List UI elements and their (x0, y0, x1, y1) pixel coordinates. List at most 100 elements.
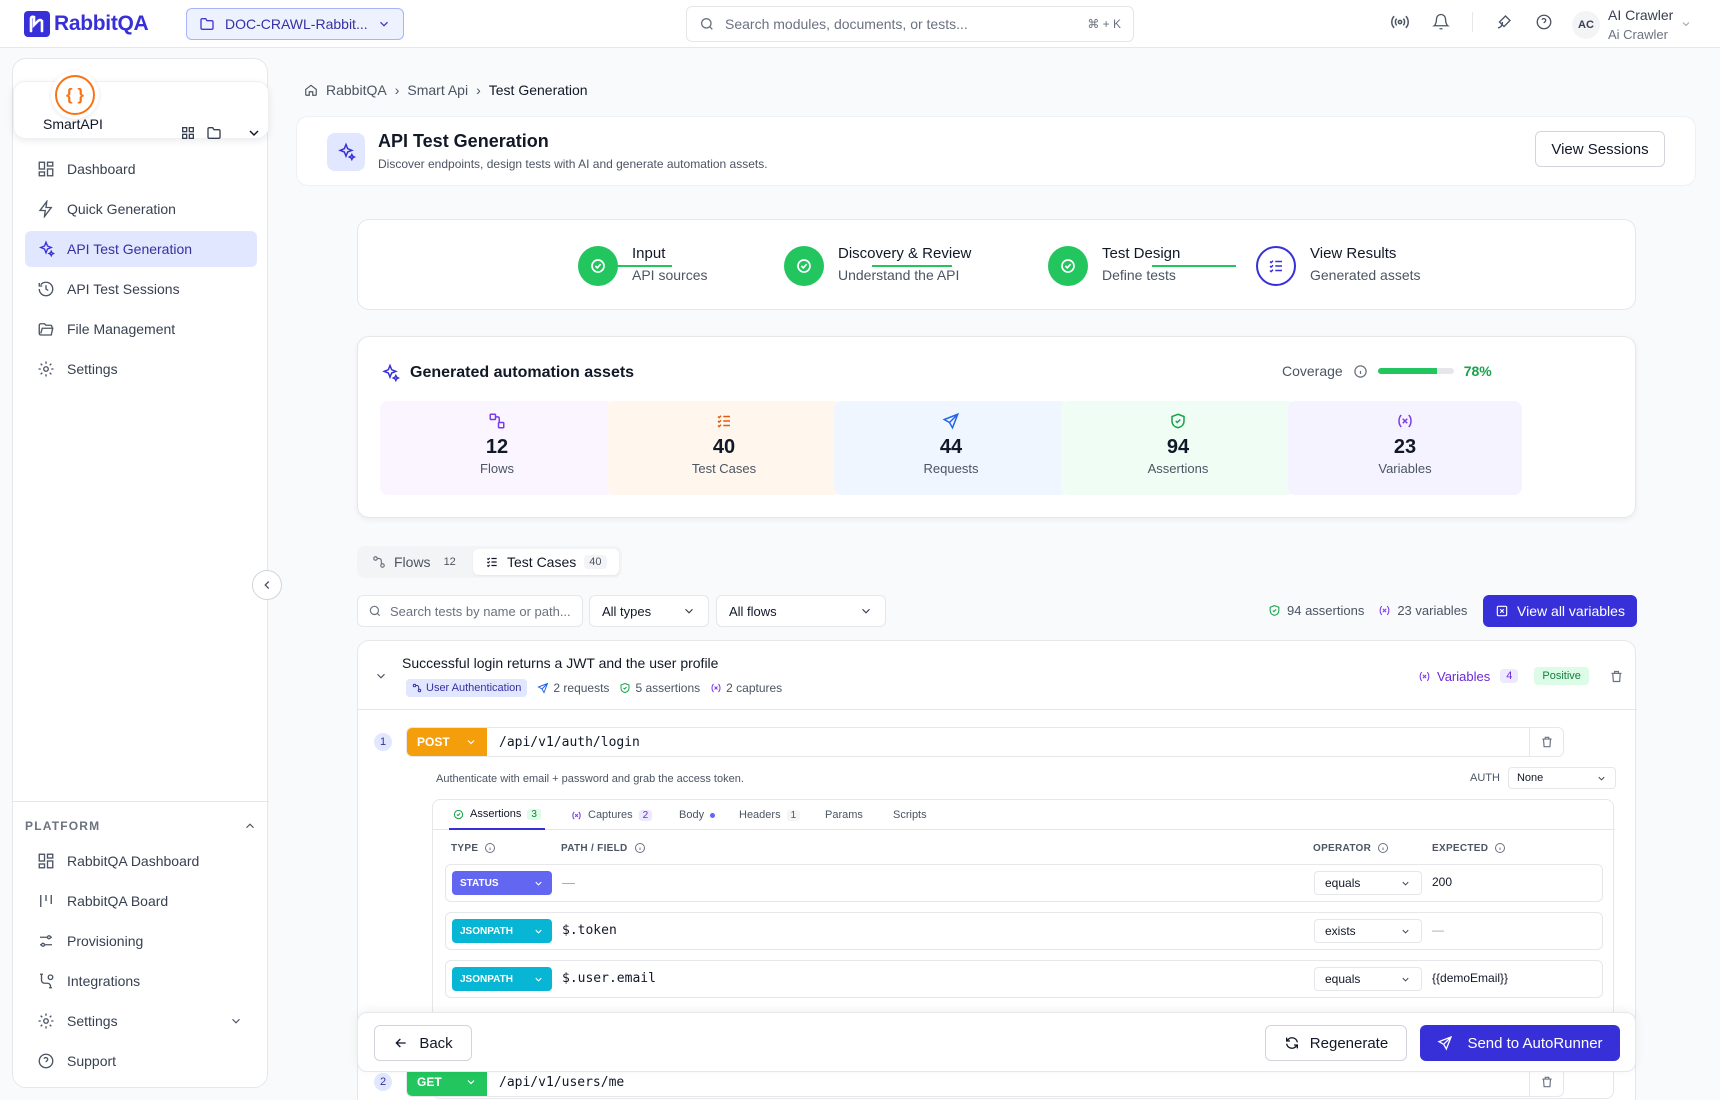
bell-icon[interactable] (1432, 13, 1450, 31)
flow-filter-select[interactable]: All flows (716, 595, 886, 627)
back-button[interactable]: Back (374, 1025, 472, 1061)
sidebar-item-integrations[interactable]: Integrations (25, 963, 257, 999)
shield-check-icon (620, 682, 630, 694)
sidebar-item-support[interactable]: Support (25, 1043, 257, 1079)
home-icon[interactable] (304, 83, 318, 97)
assertion-type-select[interactable]: JSONPATH (452, 967, 552, 991)
info-icon[interactable] (484, 842, 496, 854)
help-icon[interactable] (1535, 13, 1553, 31)
sidebar-item-api-test-sessions[interactable]: API Test Sessions (25, 271, 257, 307)
stat-requests[interactable]: 44 Requests (834, 401, 1068, 495)
info-icon[interactable] (1377, 842, 1389, 854)
subtab-scripts[interactable]: Scripts (893, 800, 927, 830)
sidebar-item-platform-settings[interactable]: Settings (25, 1003, 257, 1039)
step-input[interactable]: Input API sources (578, 245, 708, 286)
method-select[interactable]: GET (407, 1068, 487, 1096)
stat-variables[interactable]: 23 Variables (1288, 401, 1522, 495)
expected-value-input[interactable]: 200 (1432, 875, 1452, 889)
stat-test-cases[interactable]: 40 Test Cases (607, 401, 841, 495)
delete-request-button[interactable] (1529, 728, 1563, 756)
subtab-params[interactable]: Params (825, 800, 863, 830)
auth-select[interactable]: None (1507, 767, 1616, 789)
project-selector[interactable]: DOC-CRAWL-Rabbit... (186, 8, 404, 40)
subtab-body[interactable]: Body (679, 800, 716, 830)
shield-check-icon (453, 809, 464, 819)
sidebar-item-rabbitqa-board[interactable]: RabbitQA Board (25, 883, 257, 919)
stat-assertions[interactable]: 94 Assertions (1061, 401, 1295, 495)
avatar[interactable]: AC (1572, 11, 1600, 39)
info-icon[interactable] (634, 842, 646, 854)
subtab-headers[interactable]: Headers 1 (739, 800, 801, 830)
operator-select[interactable]: equals (1314, 967, 1422, 991)
stat-flows[interactable]: 12 Flows (380, 401, 614, 495)
sidebar-item-label: API Test Sessions (67, 281, 180, 297)
step-discovery[interactable]: Discovery & Review Understand the API (784, 245, 971, 286)
chevron-down-icon[interactable] (374, 669, 388, 683)
breadcrumb-link[interactable]: Smart Api (407, 82, 468, 98)
chevron-down-icon (685, 608, 693, 614)
sidebar-item-file-management[interactable]: File Management (25, 311, 257, 347)
assertion-type: JSONPATH (460, 973, 513, 985)
chevron-down-icon (535, 929, 542, 934)
method-select[interactable]: POST (407, 728, 487, 756)
sidebar-item-dashboard[interactable]: Dashboard (25, 151, 257, 187)
sidebar-collapse-button[interactable] (252, 570, 282, 600)
chevron-down-icon (535, 977, 542, 982)
shield-check-icon (1269, 605, 1280, 616)
send-to-autorunner-button[interactable]: Send to AutoRunner (1420, 1025, 1620, 1061)
operator-select[interactable]: equals (1314, 871, 1422, 895)
info-icon[interactable] (1353, 364, 1368, 379)
sidebar-item-provisioning[interactable]: Provisioning (25, 923, 257, 959)
variables-link[interactable]: Variables (1437, 669, 1490, 684)
dashboard-icon (38, 853, 54, 869)
dashboard-icon (38, 161, 54, 177)
assertion-type-select[interactable]: JSONPATH (452, 919, 552, 943)
user-menu[interactable]: AI Crawler Ai Crawler (1608, 5, 1673, 45)
tab-flows[interactable]: Flows 12 (360, 549, 473, 575)
brand-logo[interactable]: RabbitQA (24, 11, 149, 37)
step-view-results[interactable]: View Results Generated assets (1256, 245, 1421, 286)
delete-request-button[interactable] (1529, 1068, 1563, 1096)
list-check-icon (486, 557, 497, 568)
global-search[interactable]: Search modules, documents, or tests... ⌘… (686, 6, 1134, 42)
view-all-variables-button[interactable]: View all variables (1483, 595, 1637, 627)
view-sessions-button[interactable]: View Sessions (1535, 131, 1665, 167)
rabbit-logo-icon (24, 11, 50, 37)
subtab-assertions[interactable]: Assertions 3 (449, 800, 545, 830)
assertion-path-input[interactable]: $.token (562, 923, 617, 938)
assertion-path-input[interactable]: $.user.email (562, 971, 656, 986)
operator-value: exists (1325, 924, 1356, 938)
test-case-title[interactable]: Successful login returns a JWT and the u… (402, 655, 718, 671)
expected-value-input[interactable]: {{demoEmail}} (1432, 971, 1508, 985)
theme-icon[interactable] (1495, 13, 1513, 31)
regenerate-button[interactable]: Regenerate (1265, 1025, 1407, 1061)
grid-icon[interactable] (180, 125, 196, 141)
select-value: All flows (729, 603, 777, 619)
sidebar-item-settings[interactable]: Settings (25, 351, 257, 387)
sidebar-item-rabbitqa-dashboard[interactable]: RabbitQA Dashboard (25, 843, 257, 879)
operator-select[interactable]: exists (1314, 919, 1422, 943)
url-input[interactable]: /api/v1/users/me (487, 1075, 1529, 1090)
broadcast-icon[interactable] (1390, 12, 1410, 32)
type-filter-select[interactable]: All types (589, 595, 709, 627)
flow-chip[interactable]: User Authentication (406, 679, 528, 697)
chevron-down-icon[interactable] (246, 125, 262, 141)
folder-icon[interactable] (206, 125, 222, 141)
chevron-down-icon[interactable] (1680, 18, 1692, 30)
sidebar-item-quick-generation[interactable]: Quick Generation (25, 191, 257, 227)
trash-icon[interactable] (1609, 669, 1624, 684)
assertion-type-select[interactable]: STATUS (452, 871, 552, 895)
app-actions (180, 125, 262, 141)
stat-label: Flows (480, 461, 514, 476)
test-search-input[interactable]: Search tests by name or path... (357, 595, 583, 627)
subtab-captures[interactable]: Captures 2 (571, 800, 653, 830)
tab-test-cases[interactable]: Test Cases 40 (473, 549, 619, 575)
step-subtitle: API sources (632, 267, 708, 283)
url-input[interactable]: /api/v1/auth/login (487, 735, 1529, 750)
step-test-design[interactable]: Test Design Define tests (1048, 245, 1180, 286)
info-icon[interactable] (1494, 842, 1506, 854)
flow-icon (373, 556, 385, 568)
breadcrumb-link[interactable]: RabbitQA (326, 82, 387, 98)
platform-section-toggle[interactable]: PLATFORM (25, 819, 257, 833)
sidebar-item-api-test-generation[interactable]: API Test Generation (25, 231, 257, 267)
